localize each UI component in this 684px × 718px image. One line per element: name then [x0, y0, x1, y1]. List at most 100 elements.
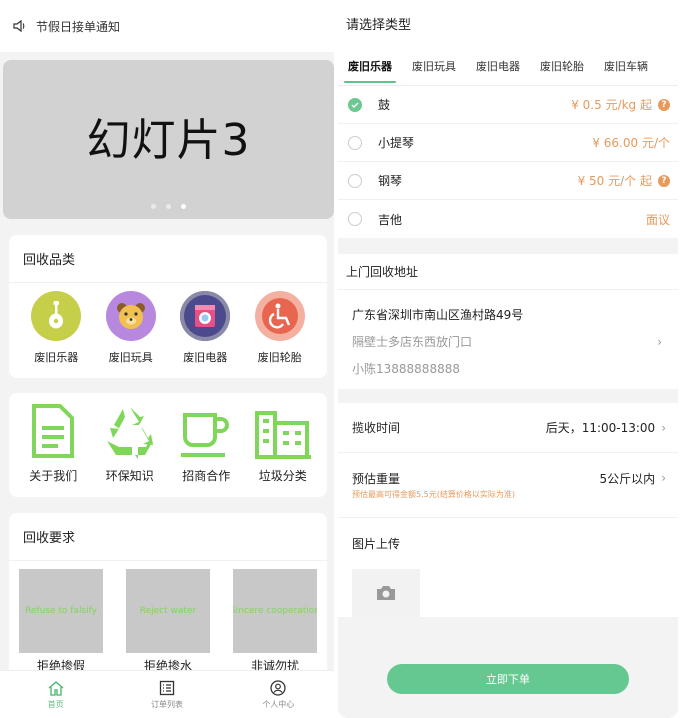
- address-section: 上门回收地址 广东省深圳市南山区渔村路49号 隔壁士多店东西放门口 小陈1388…: [338, 254, 678, 389]
- banner-slide-text: 幻灯片3: [86, 114, 251, 166]
- holiday-notice-bar[interactable]: 节假日接单通知: [0, 0, 334, 52]
- requirement-item[interactable]: Reject water 拒绝掺水: [126, 569, 210, 674]
- option-name: 小提琴: [378, 136, 415, 150]
- category-toys[interactable]: 废旧玩具: [96, 291, 166, 365]
- tab-label: 订单列表: [150, 699, 183, 709]
- pickup-time-value: 后天，11:00-13:00: [545, 421, 656, 435]
- order-screen: 请选择类型 废旧乐器 废旧玩具 废旧电器 废旧轮胎 废旧车辆 鼓 ¥ 0.5 元…: [338, 0, 678, 718]
- option-price: ¥ 0.5 元/kg 起?: [571, 96, 670, 113]
- radio[interactable]: [348, 212, 362, 226]
- bottom-tabbar: 首页 订单列表 个人中心: [0, 670, 334, 718]
- tab-label: 首页: [47, 699, 64, 709]
- home-icon: [48, 680, 64, 696]
- feature-business-cooperation[interactable]: 招商合作: [170, 403, 242, 484]
- recycle-icon: [106, 407, 153, 459]
- upload-title: 图片上传: [338, 517, 678, 569]
- radio-checked[interactable]: [348, 97, 362, 112]
- requirements-card: 回收要求 Refuse to falsify 拒绝掺假 Reject water…: [9, 513, 327, 693]
- carousel-dots: [3, 204, 334, 209]
- feature-eco-knowledge[interactable]: 环保知识: [94, 403, 166, 484]
- document-icon: [32, 404, 75, 458]
- feature-waste-sorting[interactable]: 垃圾分类: [247, 403, 319, 484]
- features-card: 关于我们 环保知识 招商合作 垃圾分类: [9, 393, 327, 497]
- banner-carousel[interactable]: 幻灯片3: [3, 60, 334, 219]
- address-title: 上门回收地址: [338, 254, 678, 290]
- option-guitar[interactable]: 吉他 面议: [338, 200, 678, 238]
- tab-toys[interactable]: 废旧玩具: [402, 46, 466, 85]
- address-detail: 隔壁士多店东西放门口: [352, 335, 473, 349]
- wheelchair-icon: [254, 291, 305, 341]
- option-name: 钢琴: [378, 174, 403, 188]
- bear-icon: [105, 291, 156, 341]
- category-label: 废旧轮胎: [257, 351, 302, 364]
- order-details-section: 揽收时间 后天，11:00-13:00 › 预估重量 5公斤以内 › 预估最高可…: [338, 403, 678, 617]
- home-screen: 节假日接单通知 幻灯片3 回收品类 废旧乐器 废旧玩具 废旧电器 废旧轮胎 关于…: [0, 0, 334, 718]
- pickup-time-row[interactable]: 揽收时间 后天，11:00-13:00 ›: [338, 403, 678, 453]
- weight-label: 预估重量: [352, 471, 401, 486]
- requirement-image: Reject water: [126, 569, 210, 653]
- categories-card: 回收品类 废旧乐器 废旧玩具 废旧电器 废旧轮胎: [9, 235, 327, 378]
- feature-about-us[interactable]: 关于我们: [17, 403, 89, 484]
- feature-label: 垃圾分类: [258, 469, 307, 483]
- submit-order-button[interactable]: 立即下单: [387, 664, 629, 694]
- requirement-image: Refuse to falsify: [19, 569, 103, 653]
- tab-profile[interactable]: 个人中心: [223, 671, 334, 718]
- user-icon: [270, 679, 286, 696]
- chevron-right-icon: ›: [657, 334, 662, 349]
- option-drum[interactable]: 鼓 ¥ 0.5 元/kg 起?: [338, 86, 678, 124]
- weight-value: 5公斤以内: [599, 471, 656, 486]
- address-line: 广东省深圳市南山区渔村路49号: [352, 308, 524, 322]
- check-icon: [351, 102, 359, 108]
- address-selector[interactable]: 广东省深圳市南山区渔村路49号 隔壁士多店东西放门口 小陈13888888888…: [338, 290, 678, 389]
- help-icon[interactable]: ?: [658, 174, 670, 187]
- carousel-dot-active[interactable]: [181, 204, 186, 209]
- notice-text: 节假日接单通知: [36, 19, 121, 34]
- type-header: 请选择类型: [338, 0, 678, 46]
- chevron-right-icon: ›: [661, 471, 666, 485]
- feature-label: 关于我们: [29, 469, 78, 483]
- radio[interactable]: [348, 173, 362, 188]
- option-name: 鼓: [378, 98, 391, 112]
- cup-icon: [181, 413, 230, 457]
- radio[interactable]: [348, 135, 362, 150]
- category-tabs: 废旧乐器 废旧玩具 废旧电器 废旧轮胎 废旧车辆: [338, 46, 678, 86]
- chevron-right-icon: ›: [661, 420, 666, 435]
- category-tires[interactable]: 废旧轮胎: [245, 291, 315, 365]
- tab-instruments[interactable]: 废旧乐器: [338, 46, 402, 85]
- category-instruments[interactable]: 废旧乐器: [21, 291, 91, 365]
- price-text: ¥ 50 元/个 起: [577, 174, 652, 188]
- tab-order-list[interactable]: 订单列表: [111, 671, 222, 718]
- tab-appliances[interactable]: 废旧电器: [466, 46, 530, 85]
- requirements-title: 回收要求: [9, 513, 327, 561]
- estimate-tip: 预估最高可得金额5.5元(结算价格以实际为准): [352, 490, 515, 499]
- carousel-dot[interactable]: [166, 204, 171, 209]
- tab-home[interactable]: 首页: [0, 671, 111, 718]
- tab-label: 个人中心: [262, 699, 295, 709]
- option-piano[interactable]: 钢琴 ¥ 50 元/个 起?: [338, 162, 678, 200]
- tab-tires[interactable]: 废旧轮胎: [530, 46, 594, 85]
- categories-title: 回收品类: [9, 235, 327, 283]
- option-name: 吉他: [378, 212, 403, 227]
- guitar-icon: [31, 291, 82, 341]
- building-icon: [254, 411, 311, 459]
- tab-vehicles[interactable]: 废旧车辆: [594, 46, 658, 85]
- category-label: 废旧玩具: [108, 351, 153, 364]
- requirement-item[interactable]: Sincere cooperation 非诚勿扰: [233, 569, 317, 674]
- pickup-time-label: 揽收时间: [352, 421, 401, 435]
- category-appliances[interactable]: 废旧电器: [170, 291, 240, 365]
- category-label: 废旧乐器: [34, 351, 79, 364]
- list-icon: [159, 680, 175, 695]
- option-price: 面议: [645, 212, 670, 227]
- option-price: ¥ 50 元/个 起?: [578, 172, 670, 189]
- option-violin[interactable]: 小提琴 ¥ 66.00 元/个: [338, 124, 678, 162]
- carousel-dot[interactable]: [151, 204, 156, 209]
- requirement-item[interactable]: Refuse to falsify 拒绝掺假: [19, 569, 103, 674]
- price-text: ¥ 0.5 元/kg 起: [571, 98, 652, 112]
- feature-label: 环保知识: [105, 469, 154, 483]
- feature-label: 招商合作: [182, 469, 231, 483]
- submit-bar: 立即下单: [338, 640, 678, 718]
- help-icon[interactable]: ?: [658, 98, 670, 111]
- upload-photo-button[interactable]: [352, 569, 420, 617]
- speaker-icon: [13, 19, 25, 33]
- category-label: 废旧电器: [183, 351, 228, 364]
